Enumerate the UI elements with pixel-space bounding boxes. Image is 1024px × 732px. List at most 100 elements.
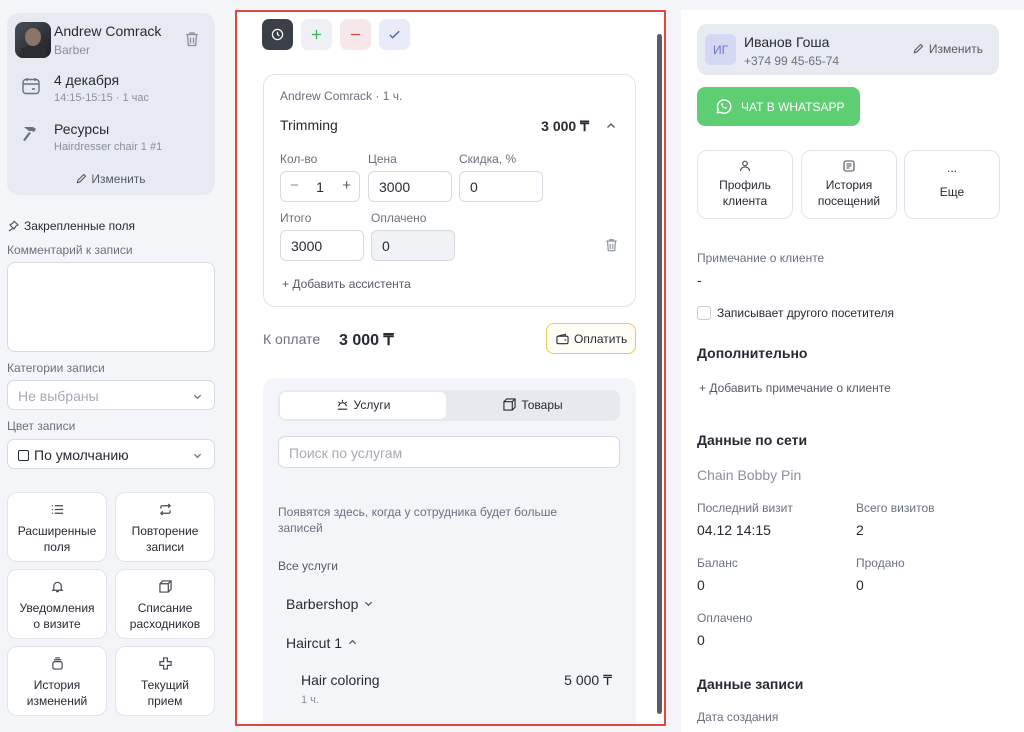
sold-label: Продано	[856, 556, 905, 570]
service-item-price: 5 000 ₸	[564, 672, 612, 688]
client-profile-tile[interactable]: Профиль клиента	[697, 150, 793, 219]
edit-label: Изменить	[91, 172, 146, 186]
consumables-tile[interactable]: Списание расходников	[115, 569, 215, 639]
quantity-stepper[interactable]: − 1 +	[280, 171, 360, 202]
to-pay-label: К оплате	[263, 331, 321, 347]
employee-edit-button[interactable]: Изменить	[7, 172, 215, 186]
price-field[interactable]: 3000	[368, 171, 452, 202]
user-icon	[739, 160, 751, 172]
increment-button[interactable]: +	[342, 177, 351, 194]
repeat-record-tile[interactable]: Повторение записи	[115, 492, 215, 562]
client-panel: ИГ Иванов Гоша +374 99 45-65-74 Изменить…	[681, 10, 1024, 732]
wallet-icon	[556, 333, 569, 345]
appointment-date[interactable]: 4 декабря	[54, 72, 119, 88]
comment-textarea[interactable]	[7, 262, 215, 352]
service-search-input[interactable]: Поиск по услугам	[278, 436, 620, 468]
tab-label: Услуги	[353, 398, 391, 412]
tile-label: Уведомления	[19, 601, 95, 615]
minus-icon	[350, 33, 361, 36]
service-price: 3 000 ₸	[541, 118, 589, 134]
chevron-up-icon[interactable]	[606, 121, 616, 131]
status-arrived-button[interactable]	[301, 19, 332, 50]
chevron-down-icon	[193, 394, 202, 400]
box-icon	[158, 580, 172, 593]
avatar	[15, 22, 51, 58]
service-item-name[interactable]: Hair coloring	[301, 672, 380, 688]
color-value: По умолчанию	[34, 447, 129, 463]
status-no-show-button[interactable]	[340, 19, 371, 50]
tile-label: расходников	[129, 617, 201, 631]
tile-label: Повторение	[131, 524, 199, 538]
status-confirmed-button[interactable]	[379, 19, 410, 50]
tile-label: Расширенные	[17, 524, 97, 538]
last-visit-label: Последний визит	[697, 501, 793, 515]
services-panel: Andrew Comrack · 1 ч. Trimming 3 000 ₸ К…	[235, 10, 666, 726]
appointment-time: 14:15-15:15 · 1 час	[54, 92, 150, 104]
add-client-note-button[interactable]: + Добавить примечание о клиенте	[699, 381, 891, 395]
total-visits-value: 2	[856, 522, 864, 538]
check-icon	[389, 30, 400, 39]
whatsapp-button[interactable]: ЧАТ В WHATSAPP	[697, 87, 860, 126]
balance-label: Баланс	[697, 556, 738, 570]
to-pay-sum: 3 000 ₸	[339, 332, 394, 349]
add-assistant-button[interactable]: + Добавить ассистента	[282, 277, 411, 291]
category-haircut[interactable]: Haircut 1	[286, 635, 357, 651]
history-icon	[51, 657, 63, 670]
more-tile[interactable]: ... Еще	[904, 150, 1000, 219]
tab-goods[interactable]: Товары	[448, 392, 618, 419]
chevron-down-icon	[193, 453, 202, 459]
scrollbar[interactable]	[657, 34, 662, 714]
client-edit-button[interactable]: Изменить	[913, 42, 983, 56]
hammer-icon	[23, 127, 36, 141]
clock-icon	[271, 28, 284, 41]
balance-value: 0	[697, 577, 705, 593]
tile-label: Списание	[137, 601, 193, 615]
all-services-label: Все услуги	[278, 559, 338, 573]
pay-label: Оплатить	[574, 332, 628, 346]
change-history-tile[interactable]: История изменений	[7, 646, 107, 716]
extended-fields-tile[interactable]: Расширенные поля	[7, 492, 107, 562]
checkbox-box[interactable]	[697, 306, 711, 320]
last-visit-value: 04.12 14:15	[697, 522, 771, 538]
tab-services[interactable]: Услуги	[280, 392, 446, 419]
plus-icon	[311, 29, 322, 40]
qty-label: Кол-во	[280, 152, 318, 166]
price-label: Цена	[368, 152, 397, 166]
checkbox-label: Записывает другого посетителя	[717, 306, 894, 320]
discount-field[interactable]: 0	[459, 171, 543, 202]
network-title: Данные по сети	[697, 432, 808, 448]
calendar-icon	[22, 78, 40, 95]
service-employee: Andrew Comrack · 1 ч.	[280, 89, 403, 103]
client-note-label: Примечание о клиенте	[697, 251, 825, 265]
client-paid-label: Оплачено	[697, 611, 753, 625]
other-visitor-checkbox[interactable]: Записывает другого посетителя	[697, 306, 894, 320]
paid-field: 0	[371, 230, 455, 261]
tile-label: Текущий	[141, 678, 189, 692]
total-field[interactable]: 3000	[280, 230, 364, 261]
color-select[interactable]: По умолчанию	[7, 439, 215, 469]
whatsapp-label: ЧАТ В WHATSAPP	[741, 100, 845, 114]
plus-cross-icon	[158, 657, 172, 670]
tile-label: Профиль	[719, 178, 771, 192]
category-barbershop[interactable]: Barbershop	[286, 596, 373, 612]
trash-icon[interactable]	[605, 238, 618, 252]
tile-label: изменений	[26, 694, 88, 708]
extra-title: Дополнительно	[697, 345, 808, 361]
visit-notifications-tile[interactable]: Уведомления о визите	[7, 569, 107, 639]
client-paid-value: 0	[697, 632, 705, 648]
total-label: Итого	[280, 211, 312, 225]
tile-label: Еще	[939, 185, 965, 199]
visit-history-tile[interactable]: История посещений	[801, 150, 897, 219]
employee-name: Andrew Comrack	[54, 23, 162, 39]
tile-label: прием	[147, 694, 183, 708]
categories-select[interactable]: Не выбраны	[7, 380, 215, 410]
pay-button[interactable]: Оплатить	[546, 323, 636, 354]
current-visit-tile[interactable]: Текущий прием	[115, 646, 215, 716]
paid-label: Оплачено	[371, 211, 427, 225]
trash-icon[interactable]	[185, 31, 199, 47]
tile-label: записи	[145, 540, 185, 554]
category-label: Barbershop	[286, 596, 359, 612]
status-pending-button[interactable]	[262, 19, 293, 50]
tile-label: о визите	[33, 617, 81, 631]
catalog-tabs: Услуги Товары	[278, 390, 620, 421]
